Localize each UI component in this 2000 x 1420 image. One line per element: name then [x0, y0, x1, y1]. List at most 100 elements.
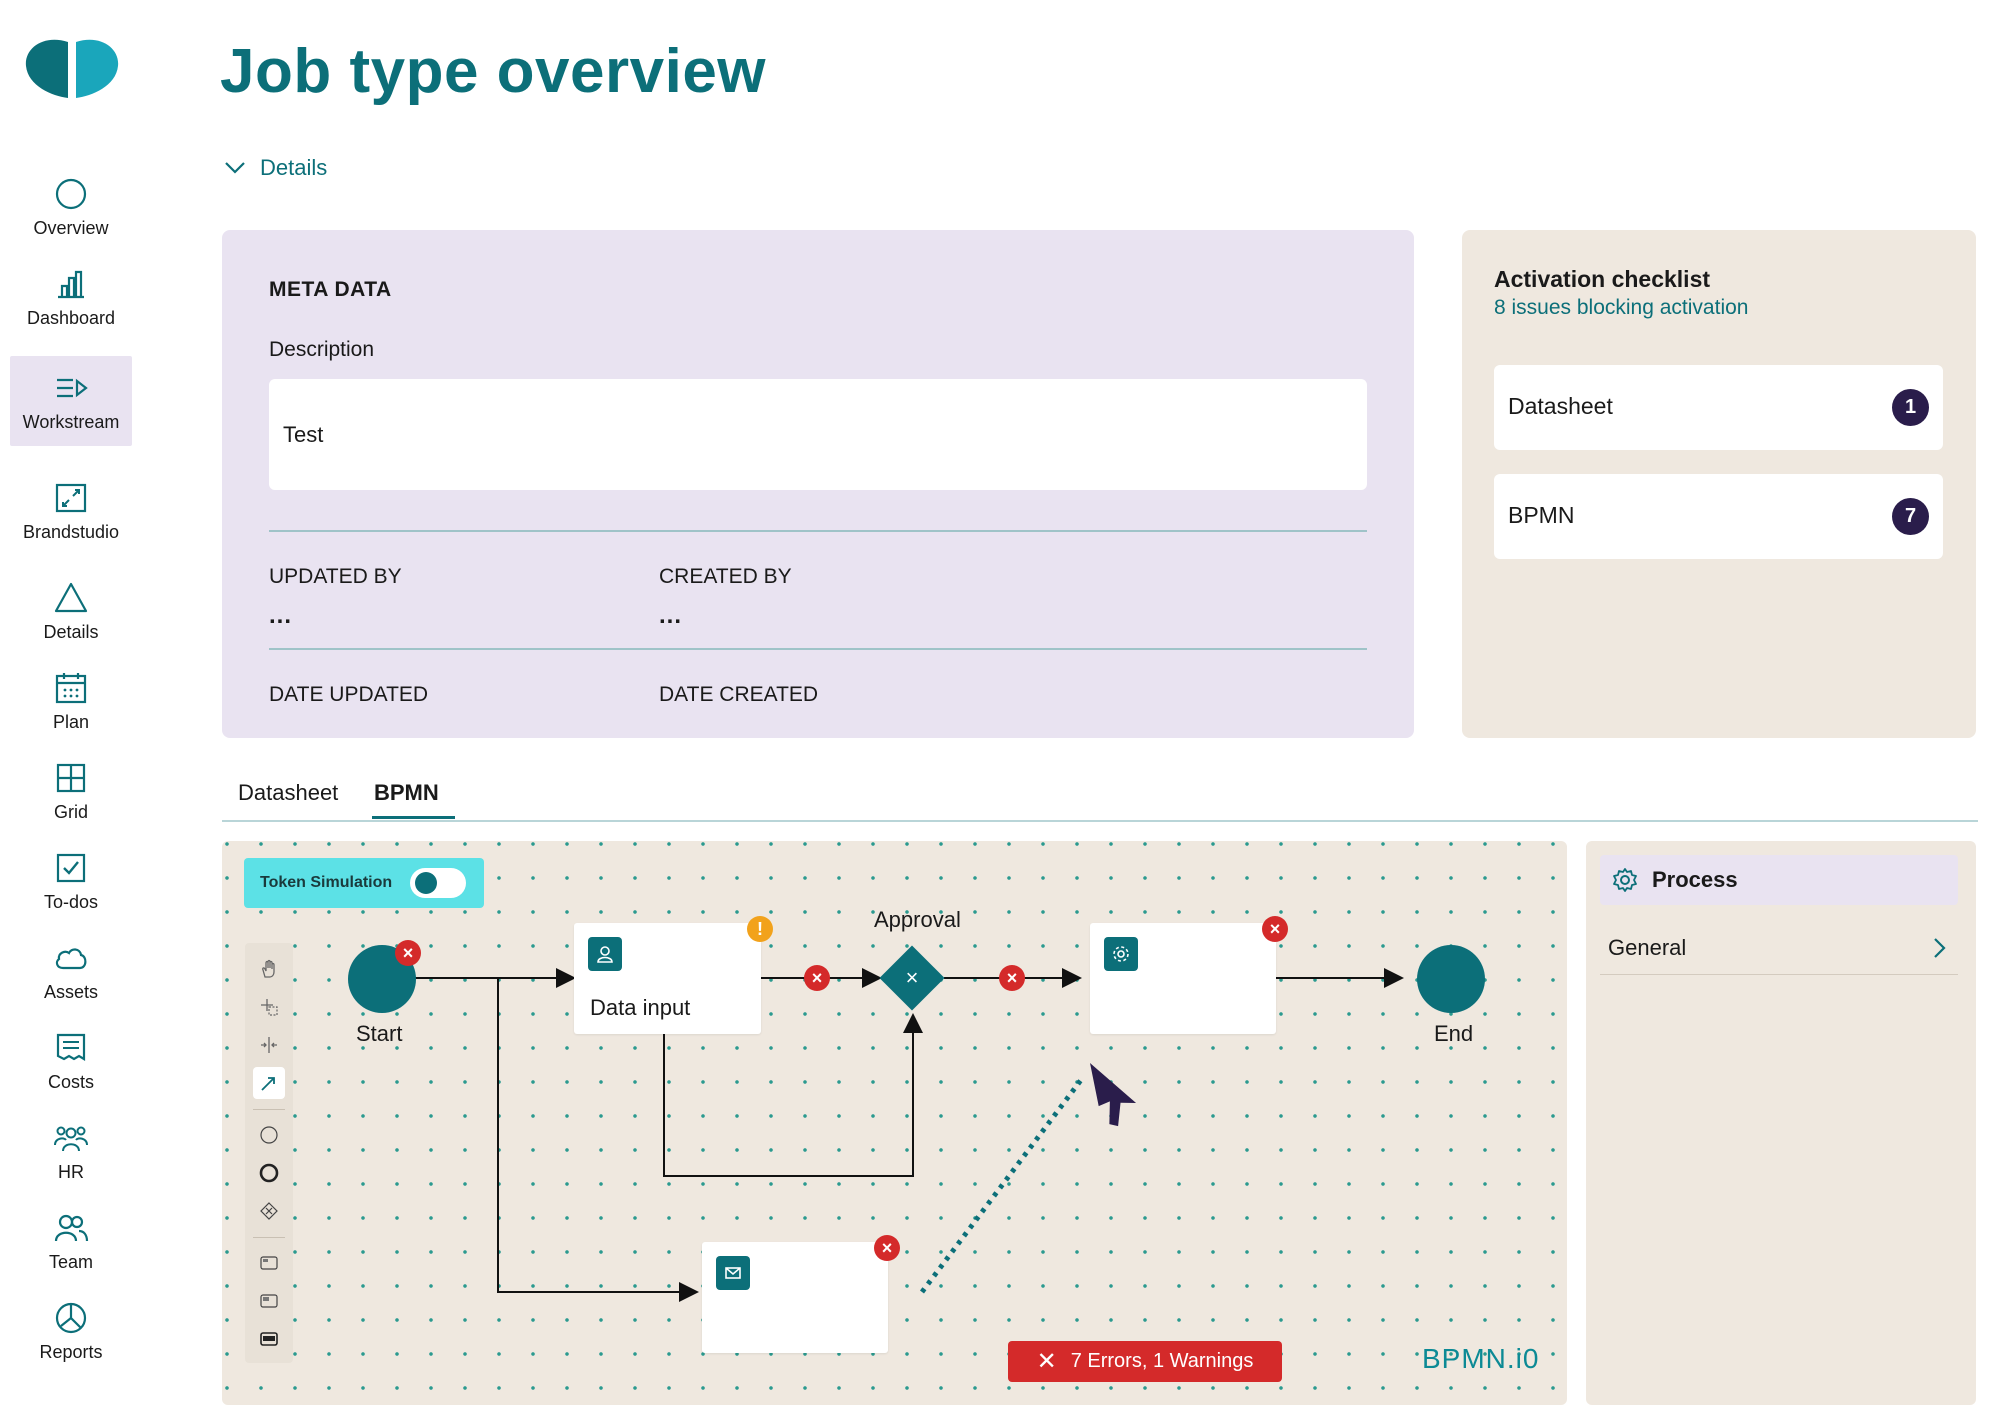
sidebar-item-label: Brandstudio [22, 522, 120, 542]
user-task-icon [588, 937, 622, 971]
sidebar-item-todos[interactable]: To-dos [10, 850, 132, 920]
error-icon: × [874, 1235, 900, 1261]
date-updated-label: DATE UPDATED [269, 683, 429, 706]
sidebar-item-assets[interactable]: Assets [10, 940, 132, 1010]
validation-errors-badge[interactable]: ✕ 7 Errors, 1 Warnings [1008, 1341, 1282, 1382]
bpmn-io-watermark[interactable]: BPMN.i0 [1422, 1343, 1539, 1375]
sidebar-item-label: Workstream [22, 412, 120, 432]
description-input[interactable] [269, 379, 1367, 490]
sidebar-item-label: Dashboard [26, 308, 116, 328]
mail-icon [716, 1256, 750, 1290]
gear-icon [1104, 937, 1138, 971]
service-task[interactable] [1090, 923, 1276, 1034]
workstream-icon [57, 378, 88, 398]
error-icon: × [804, 965, 830, 991]
sidebar: Overview Dashboard Workstream Brandstudi… [0, 0, 142, 1420]
general-section-label: General [1608, 934, 1687, 960]
error-icon: × [1262, 916, 1288, 942]
checklist-item-label: BPMN [1508, 502, 1575, 528]
email-task[interactable] [702, 1242, 888, 1353]
sidebar-item-label: Plan [52, 712, 90, 732]
tab-bar: Datasheet BPMN [222, 772, 1978, 822]
sidebar-item-label: Assets [43, 982, 99, 1002]
sidebar-item-label: Reports [39, 1342, 103, 1362]
error-icon: × [999, 965, 1025, 991]
bpmn-canvas[interactable]: Token Simulation × Start Data input ! × … [222, 841, 1567, 1405]
meta-data-card: META DATA Description UPDATED BY ... CRE… [222, 230, 1414, 738]
sidebar-item-plan[interactable]: Plan [10, 670, 132, 740]
gateway-x-icon: × [905, 965, 919, 990]
checklist-item-bpmn[interactable]: BPMN 7 [1494, 474, 1943, 559]
sidebar-item-reports[interactable]: Reports [10, 1300, 132, 1370]
sidebar-item-label: To-dos [43, 892, 99, 912]
approval-gateway-label: Approval [874, 907, 961, 932]
end-event[interactable] [1417, 945, 1485, 1013]
created-by-label: CREATED BY [659, 565, 792, 588]
grid-icon [56, 763, 86, 793]
triangle-icon [54, 582, 88, 613]
created-by-value: ... [659, 602, 683, 629]
sidebar-item-team[interactable]: Team [10, 1210, 132, 1280]
checkbox-icon [56, 853, 86, 883]
page-title: Job type overview [220, 37, 767, 106]
tab-datasheet[interactable]: Datasheet [238, 780, 338, 816]
sidebar-item-costs[interactable]: Costs [10, 1030, 132, 1100]
properties-panel: Process General [1586, 841, 1976, 1405]
flow-data-input-loop-to-approval[interactable] [663, 1013, 923, 1177]
cloud-icon [55, 948, 87, 970]
chevron-right-icon [1934, 937, 1946, 958]
receipt-icon [56, 1033, 86, 1061]
close-icon: ✕ [1036, 1348, 1057, 1375]
description-label: Description [269, 338, 375, 361]
errors-badge-label: 7 Errors, 1 Warnings [1070, 1350, 1254, 1372]
people-group-icon [54, 1126, 88, 1152]
checklist-item-datasheet[interactable]: Datasheet 1 [1494, 365, 1943, 450]
calendar-icon [55, 673, 87, 704]
bar-chart-icon [58, 270, 84, 299]
end-event-label: End [1434, 1021, 1474, 1046]
gear-icon [1613, 868, 1637, 892]
sidebar-item-label: Team [48, 1252, 93, 1272]
sidebar-item-brandstudio[interactable]: Brandstudio [10, 480, 132, 550]
sidebar-item-workstream[interactable]: Workstream [10, 356, 132, 446]
sidebar-item-hr[interactable]: HR [10, 1120, 132, 1190]
meta-data-title: META DATA [269, 278, 392, 301]
checklist-subtitle: 8 issues blocking activation [1494, 296, 1749, 319]
sidebar-item-label: Overview [33, 218, 109, 238]
properties-header: Process [1600, 855, 1958, 905]
pie-chart-icon [55, 1302, 87, 1334]
expand-icon [55, 483, 87, 513]
details-toggle-label: Details [260, 155, 328, 180]
sidebar-item-overview[interactable]: Overview [10, 176, 132, 246]
circle-icon [55, 178, 87, 210]
sidebar-item-label: Costs [47, 1072, 94, 1092]
divider [269, 648, 1367, 650]
properties-title: Process [1652, 867, 1738, 892]
sidebar-item-label: Details [43, 622, 99, 642]
sidebar-item-dashboard[interactable]: Dashboard [10, 266, 132, 336]
warning-icon: ! [747, 916, 773, 942]
sidebar-item-label: HR [58, 1162, 84, 1182]
dotted-drag-connection [920, 1074, 1086, 1294]
app-logo[interactable] [24, 36, 120, 100]
sidebar-item-grid[interactable]: Grid [10, 760, 132, 830]
team-icon [54, 1214, 89, 1242]
tab-bpmn[interactable]: BPMN [372, 780, 455, 819]
start-event-label: Start [356, 1021, 403, 1046]
checklist-title: Activation checklist [1494, 266, 1711, 292]
issue-count-badge: 7 [1892, 498, 1929, 535]
chevron-down-icon [225, 162, 245, 174]
updated-by-value: ... [269, 602, 293, 629]
divider [269, 530, 1367, 532]
details-toggle[interactable]: Details [224, 155, 327, 181]
updated-by-label: UPDATED BY [269, 565, 402, 588]
checklist-item-label: Datasheet [1508, 393, 1613, 419]
error-icon: × [395, 940, 421, 966]
data-input-task[interactable]: Data input [574, 923, 761, 1034]
sidebar-item-details[interactable]: Details [10, 580, 132, 650]
activation-checklist: Activation checklist 8 issues blocking a… [1462, 230, 1976, 738]
issue-count-badge: 1 [1892, 389, 1929, 426]
task-label: Data input [590, 995, 691, 1020]
date-created-label: DATE CREATED [659, 683, 819, 706]
properties-general-section[interactable]: General [1600, 921, 1958, 975]
